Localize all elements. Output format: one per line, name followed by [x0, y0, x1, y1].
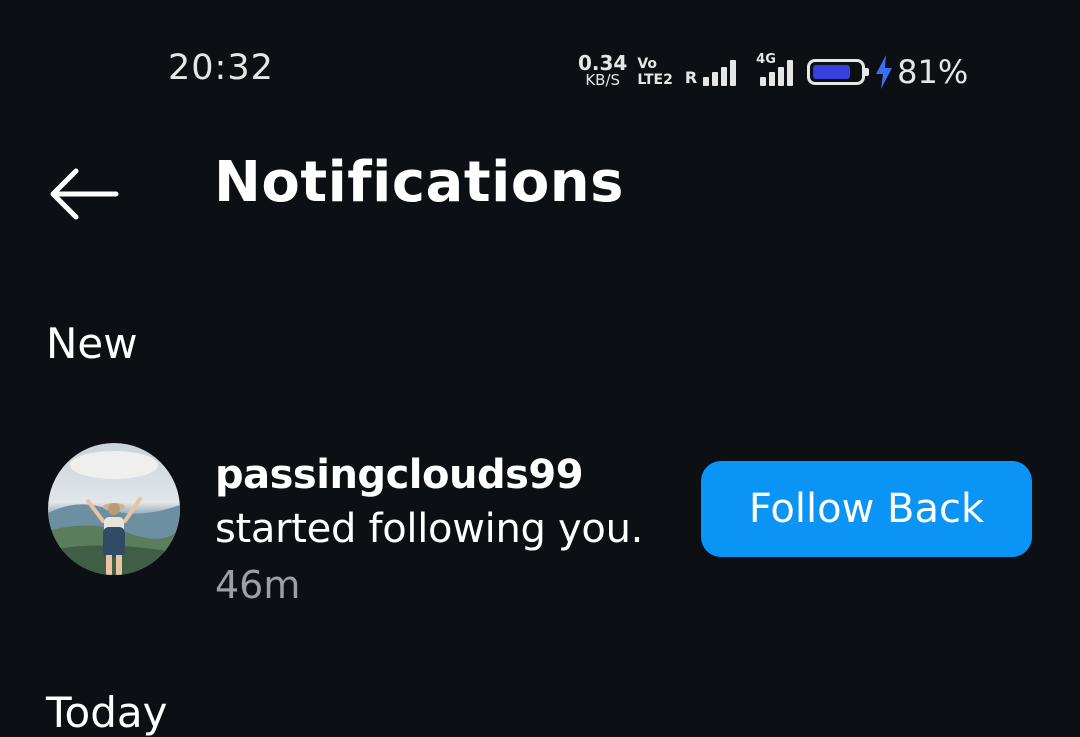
status-time: 20:32 — [168, 48, 274, 88]
section-header-today: Today — [46, 688, 168, 737]
page-title: Notifications — [214, 150, 624, 215]
notification-message: started following you. — [215, 506, 644, 552]
network-speed-value: 0.34 — [578, 51, 628, 75]
volte-bottom-label: LTE2 — [637, 72, 673, 88]
avatar[interactable] — [48, 443, 180, 575]
follow-back-button[interactable]: Follow Back — [701, 461, 1032, 557]
back-button[interactable] — [48, 166, 120, 222]
status-icons: 0.34 KB/S Vo LTE2 R 4G 81% — [578, 50, 968, 94]
network-type-label: 4G — [756, 52, 776, 67]
signal-sim2-icon: 4G — [750, 52, 794, 86]
notification-username[interactable]: passingclouds99 — [215, 452, 584, 498]
battery-percent: 81% — [897, 53, 969, 91]
battery-level-fill — [813, 65, 851, 79]
battery-icon — [807, 59, 870, 85]
network-speed: 0.34 KB/S — [578, 51, 628, 89]
avatar-image — [48, 443, 180, 575]
section-header-new: New — [46, 319, 138, 368]
signal-sim1-icon: R — [684, 58, 737, 87]
arrow-left-icon — [50, 168, 119, 220]
volte-top-label: Vo — [637, 56, 658, 72]
roaming-label: R — [684, 68, 698, 87]
network-speed-unit: KB/S — [585, 71, 621, 89]
charging-bolt-icon — [876, 55, 893, 89]
notification-timestamp: 46m — [215, 563, 301, 607]
volte-icon: Vo LTE2 — [637, 56, 672, 88]
